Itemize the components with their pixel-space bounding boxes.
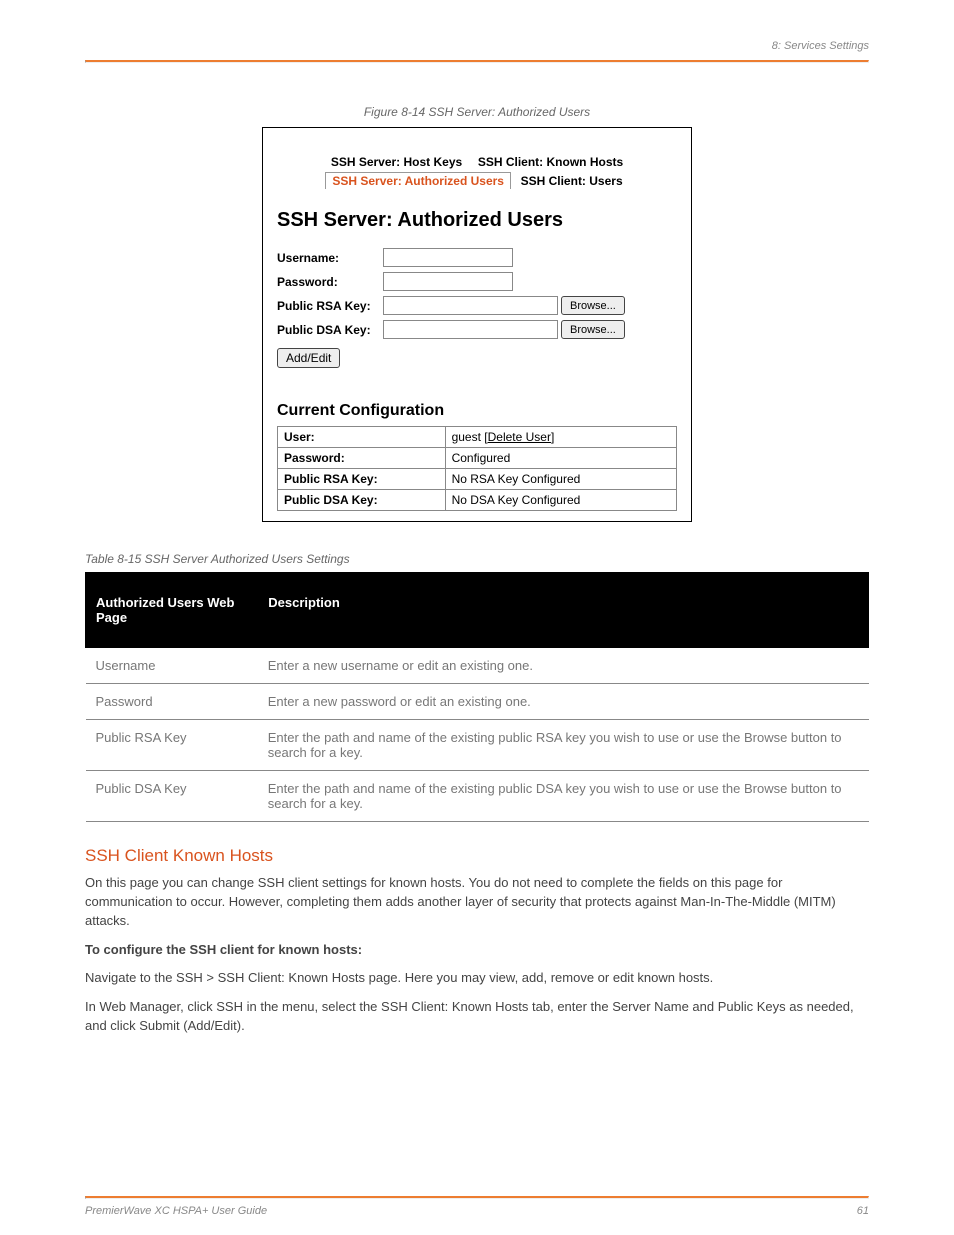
username-label: Username: [277,251,383,265]
header-right: 8: Services Settings [772,40,869,52]
table-row: Public RSA Key Enter the path and name o… [86,720,869,771]
cfg-rsa-value: No RSA Key Configured [445,469,676,490]
cfg-user-value: guest [Delete User] [445,427,676,448]
cfg-dsa-key: Public DSA Key: [278,490,446,511]
settings-table-caption: Table 8-15 SSH Server Authorized Users S… [85,552,869,566]
figure-caption: Figure 8-14 SSH Server: Authorized Users [85,105,869,119]
cfg-password-value: Configured [445,448,676,469]
table-row: Password Enter a new password or edit an… [86,684,869,720]
current-config-heading: Current Configuration [277,402,677,420]
settings-value: Enter a new username or edit an existing… [258,648,869,684]
cfg-user-key: User: [278,427,446,448]
table-row: Username Enter a new username or edit an… [86,648,869,684]
section-paragraph-1: On this page you can change SSH client s… [85,874,869,931]
section-paragraph-3: Navigate to the SSH > SSH Client: Known … [85,969,869,988]
table-row: Password: Configured [278,448,677,469]
panel-heading: SSH Server: Authorized Users [277,209,677,232]
tab-host-keys[interactable]: SSH Server: Host Keys [325,154,468,170]
current-config-table: User: guest [Delete User] Password: Conf… [277,426,677,511]
settings-key: Public DSA Key [86,771,258,822]
tab-bar: SSH Server: Host Keys SSH Client: Known … [277,154,677,189]
add-edit-button[interactable]: Add/Edit [277,348,340,368]
settings-key: Public RSA Key [86,720,258,771]
settings-value: Enter the path and name of the existing … [258,720,869,771]
ssh-config-figure: SSH Server: Host Keys SSH Client: Known … [262,127,692,522]
cfg-password-key: Password: [278,448,446,469]
settings-key: Username [86,648,258,684]
username-input[interactable] [383,248,513,267]
settings-head-2: Description [258,573,869,648]
password-label: Password: [277,275,383,289]
cfg-rsa-key: Public RSA Key: [278,469,446,490]
table-row: Public DSA Key Enter the path and name o… [86,771,869,822]
tab-known-hosts[interactable]: SSH Client: Known Hosts [472,154,629,170]
settings-key: Password [86,684,258,720]
section-heading: SSH Client Known Hosts [85,846,869,866]
footer-left: PremierWave XC HSPA+ User Guide [85,1205,267,1217]
rsa-browse-button[interactable]: Browse... [561,296,625,315]
tab-client-users[interactable]: SSH Client: Users [515,173,629,189]
header-rule [85,60,869,63]
table-row: User: guest [Delete User] [278,427,677,448]
table-row: Public RSA Key: No RSA Key Configured [278,469,677,490]
rsa-key-input[interactable] [383,296,558,315]
cfg-dsa-value: No DSA Key Configured [445,490,676,511]
dsa-key-input[interactable] [383,320,558,339]
section-paragraph-4: In Web Manager, click SSH in the menu, s… [85,998,869,1036]
settings-head-1: Authorized Users Web Page [86,573,258,648]
dsa-browse-button[interactable]: Browse... [561,320,625,339]
tab-authorized-users[interactable]: SSH Server: Authorized Users [325,172,511,189]
settings-value: Enter a new password or edit an existing… [258,684,869,720]
settings-table: Authorized Users Web Page Description Us… [85,572,869,822]
cfg-user-name: guest [452,430,481,444]
dsa-key-label: Public DSA Key: [277,323,383,337]
table-row: Public DSA Key: No DSA Key Configured [278,490,677,511]
password-input[interactable] [383,272,513,291]
footer-right: 61 [857,1205,869,1217]
settings-value: Enter the path and name of the existing … [258,771,869,822]
delete-user-link[interactable]: Delete User [488,430,551,444]
section-paragraph-2: To configure the SSH client for known ho… [85,941,869,960]
rsa-key-label: Public RSA Key: [277,299,383,313]
